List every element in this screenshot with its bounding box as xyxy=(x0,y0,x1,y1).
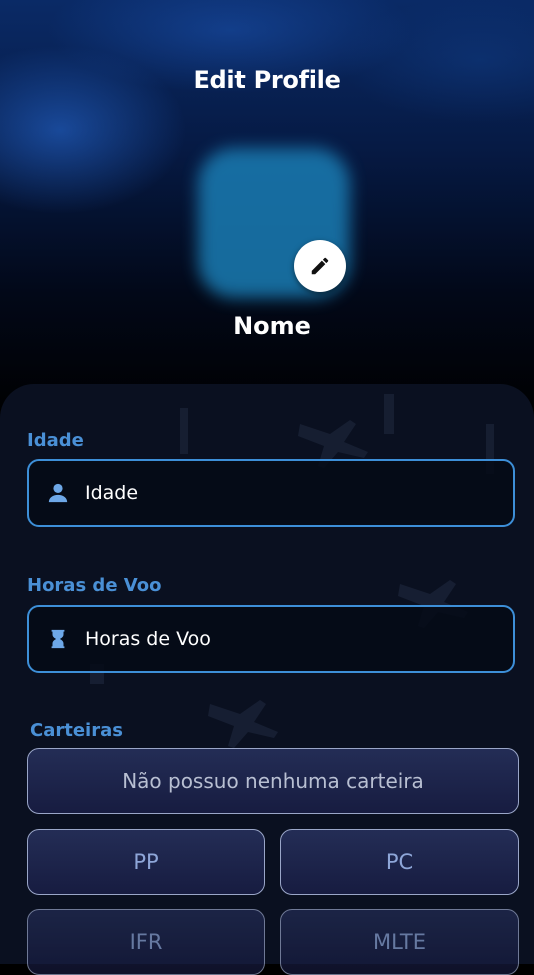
edit-avatar-button[interactable] xyxy=(294,240,346,292)
license-ifr-button[interactable]: IFR xyxy=(27,909,265,975)
age-input[interactable]: Idade xyxy=(27,459,515,527)
no-license-button[interactable]: Não possuo nenhuma carteira xyxy=(27,748,519,814)
flight-hours-input[interactable]: Horas de Voo xyxy=(27,605,515,673)
pencil-icon xyxy=(311,257,329,275)
page-title: Edit Profile xyxy=(193,66,341,94)
person-icon xyxy=(48,483,68,503)
flight-hours-label: Horas de Voo xyxy=(27,575,162,596)
license-mlte-button[interactable]: MLTE xyxy=(280,909,519,975)
profile-name: Nome xyxy=(233,312,311,340)
licenses-label: Carteiras xyxy=(30,720,123,741)
flight-hours-placeholder: Horas de Voo xyxy=(85,628,211,650)
age-placeholder: Idade xyxy=(85,482,139,504)
license-pc-button[interactable]: PC xyxy=(280,829,519,895)
hourglass-icon xyxy=(51,629,65,649)
age-label: Idade xyxy=(27,430,84,451)
license-pp-button[interactable]: PP xyxy=(27,829,265,895)
